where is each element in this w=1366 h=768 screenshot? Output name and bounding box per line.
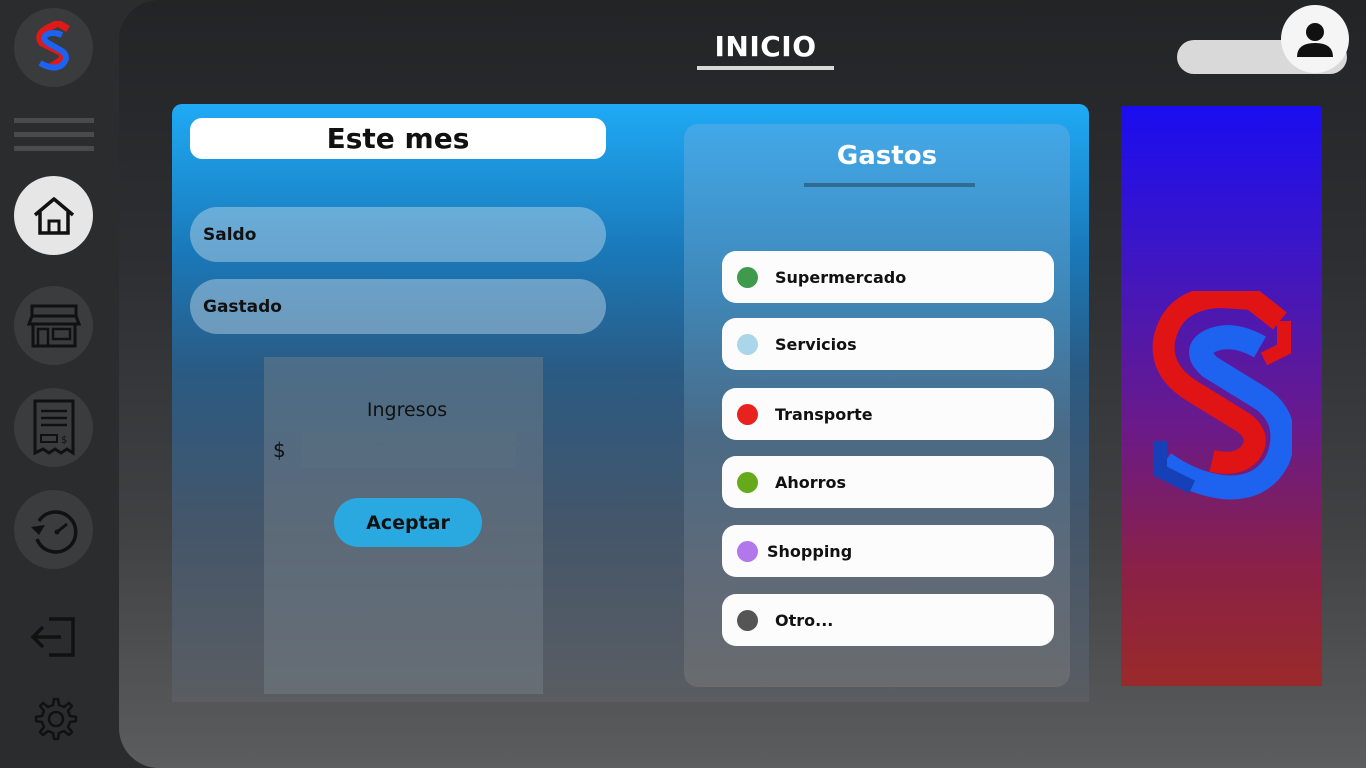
sidebar-item-store[interactable] [14,286,93,365]
category-supermercado[interactable]: Supermercado [722,251,1054,303]
category-ahorros[interactable]: Ahorros [722,456,1054,508]
gear-icon [34,697,78,741]
category-color-dot [737,540,758,562]
gastos-title: Gastos [836,141,938,171]
category-label: Otro... [775,610,834,630]
category-color-dot [737,333,758,355]
brand-logo-icon [35,20,70,71]
category-shopping[interactable]: Shopping [722,525,1054,577]
category-color-dot [737,609,758,631]
category-label: Supermercado [775,267,907,287]
brand-logo-icon [1152,291,1292,500]
category-servicios[interactable]: Servicios [722,318,1054,370]
history-icon [30,509,77,554]
category-color-dot [737,266,758,288]
app-logo [14,8,93,87]
brand-banner [1121,106,1322,686]
logout-icon [30,617,75,657]
saldo-field: Saldo [190,207,606,262]
sidebar-item-history[interactable] [14,490,93,569]
home-icon [33,196,74,235]
month-label: Este mes [190,118,606,159]
category-label: Transporte [775,404,873,424]
page-title: INICIO [714,30,817,63]
sidebar-item-home[interactable] [14,176,93,255]
sidebar-item-receipt[interactable]: $ [14,388,93,467]
category-label: Shopping [767,541,853,561]
category-color-dot [737,471,758,493]
income-input[interactable] [301,432,516,468]
store-icon [26,304,81,347]
user-icon [1297,23,1333,57]
saldo-label: Saldo [203,224,257,245]
gastos-title-underline [804,183,975,187]
user-avatar[interactable] [1281,5,1349,73]
receipt-icon: $ [33,399,74,456]
category-color-dot [737,403,758,425]
sidebar-item-settings[interactable] [24,694,84,744]
gastado-label: Gastado [203,296,282,317]
category-label: Servicios [775,334,857,354]
svg-text:$: $ [61,435,67,446]
currency-symbol: $ [273,438,286,462]
page-title-underline [697,66,834,70]
sidebar: $ [0,0,118,768]
category-otro[interactable]: Otro... [722,594,1054,646]
hamburger-menu-icon[interactable] [14,118,94,160]
accept-button[interactable]: Aceptar [334,498,482,547]
gastado-field: Gastado [190,279,606,334]
income-title: Ingresos [366,399,448,421]
category-label: Ahorros [775,472,847,492]
sidebar-item-logout[interactable] [24,612,84,662]
category-transporte[interactable]: Transporte [722,388,1054,440]
